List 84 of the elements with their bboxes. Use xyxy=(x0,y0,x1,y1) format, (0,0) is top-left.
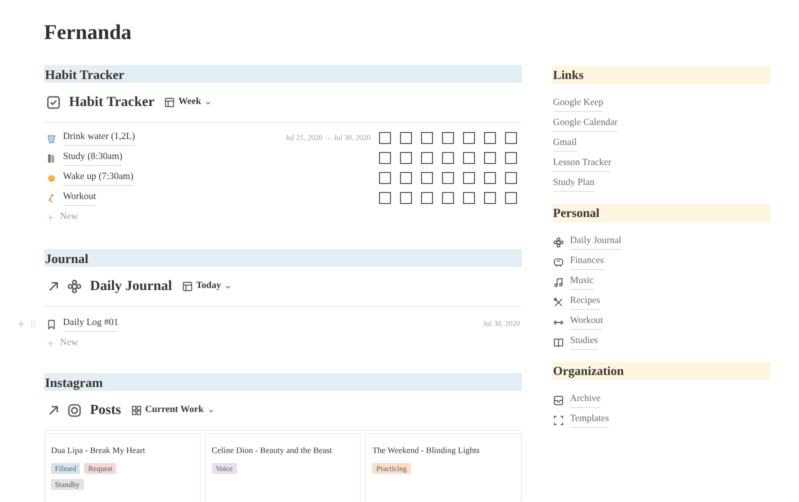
flower-icon xyxy=(553,236,564,248)
checkbox[interactable] xyxy=(504,192,517,204)
view-selector[interactable]: Today xyxy=(182,279,232,294)
checkbox[interactable] xyxy=(484,172,496,184)
checkbox[interactable] xyxy=(400,132,412,144)
entry-title[interactable]: Daily Log #01 xyxy=(63,316,118,332)
sidebar-link[interactable]: Archive xyxy=(570,392,601,408)
habit-name[interactable]: Workout xyxy=(63,190,96,206)
view-selector[interactable]: Current Work xyxy=(131,403,215,418)
checkbox[interactable] xyxy=(378,172,391,184)
checkbox[interactable] xyxy=(462,132,475,144)
checkbox[interactable] xyxy=(400,172,412,184)
crossed-tools-icon xyxy=(553,296,564,308)
drag-handle-icon xyxy=(28,319,38,329)
card-title: Dua Lipa - Break My Heart xyxy=(51,444,146,457)
sidebar-link[interactable]: Music xyxy=(570,274,594,290)
sidebar-link[interactable]: Gmail xyxy=(553,136,577,152)
grid-icon xyxy=(131,405,142,416)
checkbox[interactable] xyxy=(442,172,454,184)
checkbox[interactable] xyxy=(442,152,454,164)
checkbox-icon xyxy=(46,95,61,110)
checkbox[interactable] xyxy=(378,152,391,164)
section-heading: Personal xyxy=(553,206,600,220)
sidebar-link[interactable]: Daily Journal xyxy=(570,234,622,250)
flower-icon xyxy=(67,279,82,294)
checkbox[interactable] xyxy=(442,192,454,204)
sidebar-link[interactable]: Study Plan xyxy=(553,176,594,192)
checkbox[interactable] xyxy=(484,132,496,144)
habit-name[interactable]: Study (8:30am) xyxy=(63,150,122,166)
checkbox[interactable] xyxy=(420,132,433,144)
sidebar-link[interactable]: Recipes xyxy=(570,294,600,310)
checkbox[interactable] xyxy=(462,152,475,164)
sidebar-link[interactable]: Finances xyxy=(570,254,604,270)
checkbox[interactable] xyxy=(420,192,433,204)
bookmark-icon xyxy=(46,318,57,330)
database-title[interactable]: Habit Tracker xyxy=(69,92,154,113)
checkbox[interactable] xyxy=(484,192,496,204)
checkbox[interactable] xyxy=(400,152,412,164)
sidebar-link[interactable]: Google Keep xyxy=(553,96,604,112)
section-heading: Links xyxy=(553,68,584,82)
plus-icon xyxy=(46,339,55,348)
section-heading: Habit Tracker xyxy=(45,68,124,80)
music-note-icon xyxy=(553,276,564,288)
book-icon xyxy=(553,336,564,348)
view-selector[interactable]: Week xyxy=(164,95,212,110)
sun-icon xyxy=(46,172,57,184)
checkbox[interactable] xyxy=(378,192,391,204)
archive-icon xyxy=(553,394,564,406)
sidebar-link[interactable]: Google Calendar xyxy=(553,116,618,132)
habit-name[interactable]: Drink water (1,2L) xyxy=(63,130,136,146)
checkbox[interactable] xyxy=(462,172,475,184)
box-icon xyxy=(553,256,564,268)
checkbox[interactable] xyxy=(484,152,496,164)
checkbox[interactable] xyxy=(504,152,517,164)
checkbox[interactable] xyxy=(504,172,517,184)
sidebar-link[interactable]: Lesson Tracker xyxy=(553,156,612,172)
plus-icon xyxy=(16,319,26,329)
database-title[interactable]: Posts xyxy=(90,400,122,421)
checkbox[interactable] xyxy=(420,152,433,164)
checkbox[interactable] xyxy=(400,192,412,204)
new-row-button[interactable]: New xyxy=(60,210,78,225)
sidebar-link[interactable]: Templates xyxy=(570,412,609,428)
checkbox[interactable] xyxy=(378,132,391,144)
checkbox[interactable] xyxy=(442,132,454,144)
sidebar-link[interactable]: Workout xyxy=(570,314,604,330)
table-icon xyxy=(182,281,194,292)
checkbox[interactable] xyxy=(504,132,517,144)
glass-icon xyxy=(46,132,57,144)
section-heading: Organization xyxy=(553,364,624,378)
card-title: The Weekend - Blinding Lights xyxy=(372,444,481,457)
section-heading: Journal xyxy=(45,252,88,264)
checkbox[interactable] xyxy=(462,192,475,204)
checkbox[interactable] xyxy=(420,172,433,184)
section-heading: Instagram xyxy=(45,376,103,388)
books-icon xyxy=(46,152,57,164)
database-title[interactable]: Daily Journal xyxy=(90,276,172,297)
new-row-button[interactable]: New xyxy=(60,336,78,351)
habit-name[interactable]: Wake up (7:30am) xyxy=(63,170,134,186)
plus-icon xyxy=(46,213,55,222)
card-title: Celine Dion - Beauty and the Beast xyxy=(212,444,334,457)
sidebar-link[interactable]: Studies xyxy=(570,334,598,350)
page-title: Fernanda xyxy=(44,19,133,46)
camera-icon xyxy=(67,403,82,418)
table-icon xyxy=(164,97,176,108)
